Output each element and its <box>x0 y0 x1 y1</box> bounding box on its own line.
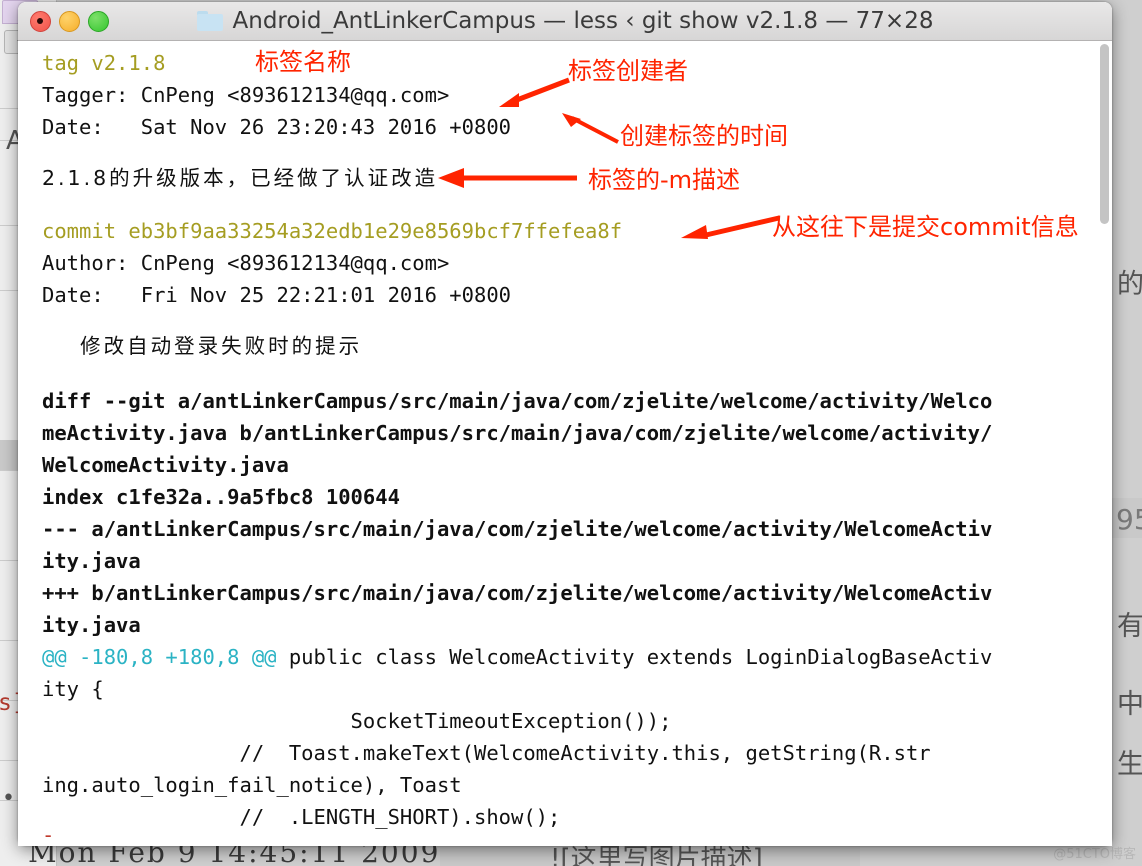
arrow-to-tag-message <box>438 168 577 188</box>
terminal-line-index: index c1fe32a..9a5fbc8 100644 <box>42 485 400 509</box>
scrollbar-thumb[interactable] <box>1100 44 1109 224</box>
terminal-line-tag: tag v2.1.8 <box>42 51 166 75</box>
minimize-button[interactable] <box>59 10 80 32</box>
background-fragment: 95 <box>1116 503 1142 536</box>
title-bar[interactable]: Android_AntLinkerCampus — less ‹ git sho… <box>18 2 1112 41</box>
background-fragment: 中 <box>1117 689 1142 720</box>
annotation-tag-author: 标签创建者 <box>568 57 688 85</box>
terminal-content[interactable]: tag v2.1.8 Tagger: CnPeng <893612134@qq.… <box>18 41 1112 846</box>
terminal-scrollbar[interactable] <box>1097 41 1112 846</box>
window-title: Android_AntLinkerCampus — less ‹ git sho… <box>232 8 934 34</box>
terminal-line-diff-header-2: meActivity.java b/antLinkerCampus/src/ma… <box>42 421 993 445</box>
background-fragment: 的 <box>1117 269 1142 300</box>
terminal-line-diff-header-3: WelcomeActivity.java <box>42 453 289 477</box>
terminal-line-commit: commit eb3bf9aa33254a32edb1e29e8569bcf7f… <box>42 219 623 243</box>
maximize-button[interactable] <box>88 10 109 32</box>
terminal-line-old-file-2: ity.java <box>42 549 141 573</box>
arrow-to-tag-date <box>562 113 619 144</box>
annotation-tag-date: 创建标签的时间 <box>620 122 788 150</box>
terminal-line-code-2: // Toast.makeText(WelcomeActivity.this, … <box>42 741 931 765</box>
traffic-light-group[interactable] <box>30 10 109 32</box>
terminal-line-hunk-cont: ity { <box>42 677 104 701</box>
terminal-line-code-1: SocketTimeoutException()); <box>42 709 672 733</box>
terminal-line-old-file-1: --- a/antLinkerCampus/src/main/java/com/… <box>42 517 993 541</box>
terminal-line-code-4: // .LENGTH_SHORT).show(); <box>42 805 561 829</box>
folder-icon <box>196 11 223 31</box>
annotation-tag-name: 标签名称 <box>255 48 351 76</box>
hunk-context: public class WelcomeActivity extends Log… <box>276 645 993 669</box>
screenshot-root: A 4 s] • · 的 95 有 中 生 Mon Feb 9 14:45:11… <box>0 0 1142 866</box>
terminal-line-commit-date: Date: Fri Nov 25 22:21:01 2016 +0800 <box>42 283 511 307</box>
annotation-tag-message: 标签的-m描述 <box>588 166 741 194</box>
terminal-line-removed: - <box>42 823 55 846</box>
arrow-to-commit-section <box>681 215 780 239</box>
terminal-line-tag-message: 2.1.8的升级版本，已经做了认证改造 <box>42 166 439 190</box>
terminal-line-author: Author: CnPeng <893612134@qq.com> <box>42 251 450 275</box>
background-fragment: 生 <box>1117 749 1142 780</box>
close-button[interactable] <box>30 10 51 32</box>
terminal-line-code-3: ing.auto_login_fail_notice), Toast <box>42 773 462 797</box>
terminal-line-tagger: Tagger: CnPeng <893612134@qq.com> <box>42 83 450 107</box>
terminal-line-commit-message: 修改自动登录失败时的提示 <box>42 334 363 358</box>
annotation-commit-section: 从这往下是提交commit信息 <box>772 213 1079 241</box>
terminal-line-tag-date: Date: Sat Nov 26 23:20:43 2016 +0800 <box>42 115 511 139</box>
title-bar-center: Android_AntLinkerCampus — less ‹ git sho… <box>18 8 1112 34</box>
hunk-range: @@ -180,8 +180,8 @@ <box>42 645 277 669</box>
terminal-line-hunk-header: @@ -180,8 +180,8 @@ public class Welcome… <box>42 645 992 669</box>
terminal-line-new-file-1: +++ b/antLinkerCampus/src/main/java/com/… <box>42 581 993 605</box>
terminal-line-new-file-2: ity.java <box>42 613 141 637</box>
arrow-to-tag-author <box>499 77 570 107</box>
terminal-line-diff-header-1: diff --git a/antLinkerCampus/src/main/ja… <box>42 389 993 413</box>
background-fragment: 有 <box>1117 611 1142 642</box>
